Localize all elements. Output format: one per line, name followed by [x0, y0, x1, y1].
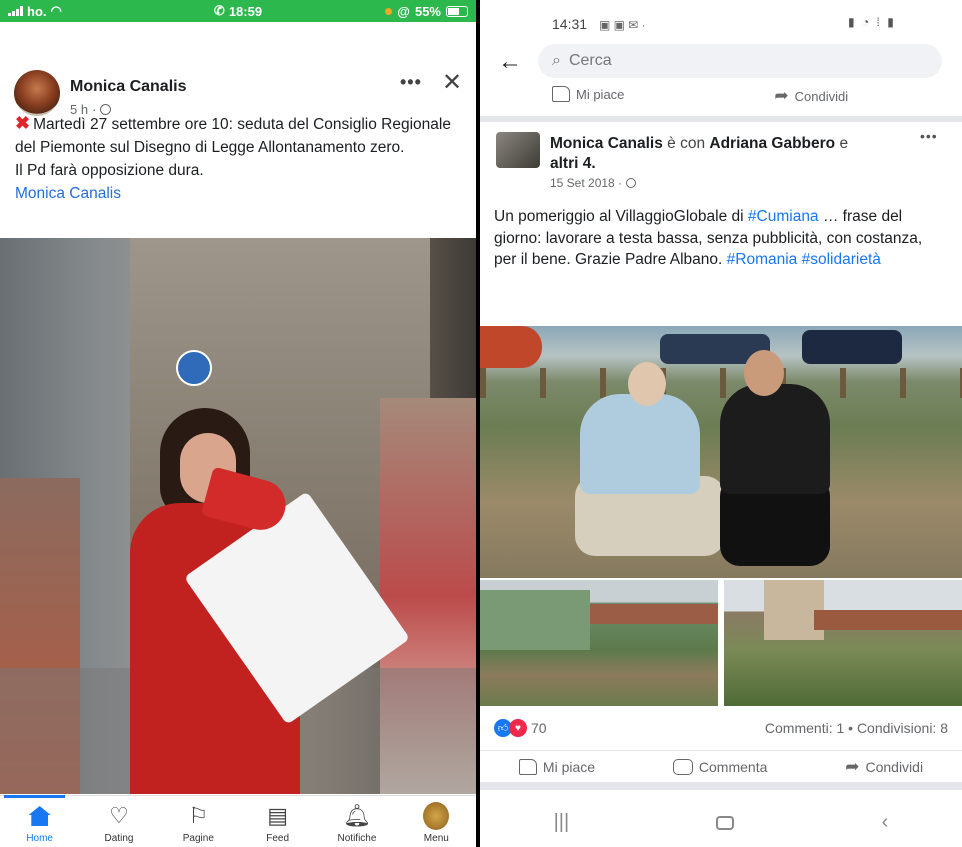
bell-icon: 🔔︎	[343, 803, 371, 828]
status-time: ✆ 18:59	[213, 3, 263, 19]
like-button[interactable]: Mi piace	[552, 86, 624, 102]
globe-icon	[626, 178, 637, 188]
previous-post-actions: Mi piace ➦ Condividi	[480, 82, 962, 122]
tab-menu[interactable]: Menu	[397, 796, 476, 847]
post-text: ✖ Martedì 27 settembre ore 10: seduta del…	[15, 113, 451, 202]
mention-link[interactable]: Monica Canalis	[15, 185, 121, 202]
ios-status-bar: ho. ◠ ✆ 18:59 @ 55%	[0, 0, 476, 22]
reaction-icons[interactable]: 👍︎ ♥ 70	[494, 719, 547, 737]
phone-icon: ✆	[213, 3, 225, 18]
comment-icon	[672, 758, 693, 775]
tab-notifiche[interactable]: 🔔︎ Notifiche	[317, 796, 396, 847]
post-header: Monica Canalis è con Adriana Gabbero e a…	[480, 122, 962, 202]
reaction-count: 70	[531, 720, 547, 736]
carrier: ho. ◠	[8, 3, 62, 19]
post-photo-3[interactable]	[724, 580, 962, 706]
right-screenshot: 14:31 ▣ ▣ ✉ · ▮ ◔ ⁞ ▮ ← ⌕ Cerca Mi piace…	[480, 0, 962, 847]
close-button[interactable]: ✕	[442, 68, 462, 97]
share-button[interactable]: ➦ Condividi	[845, 757, 923, 777]
more-options-button[interactable]: •••	[920, 128, 938, 144]
comment-button[interactable]: Commenta	[672, 758, 767, 775]
notification-icons: ▣ ▣ ✉ ·	[598, 18, 646, 32]
left-screenshot: ho. ◠ ✆ 18:59 @ 55% Monica Canalis 5 h ·…	[0, 0, 476, 847]
hashtag-link[interactable]: #Cumiana	[748, 208, 819, 225]
battery-percent: 55%	[414, 3, 441, 19]
hashtag-link[interactable]: #solidarietà	[802, 251, 881, 268]
feed-icon: ▤	[267, 803, 289, 828]
love-reaction-icon: ♥	[509, 719, 527, 737]
menu-avatar-icon	[423, 802, 450, 830]
recording-dot-icon	[385, 7, 393, 15]
android-nav-bar: ||| ‹	[480, 798, 962, 847]
search-icon: ⌕	[552, 52, 561, 69]
tab-pagine[interactable]: ⚐ Pagine	[159, 796, 238, 847]
system-icons: ▮ ◔ ⁞ ▮	[848, 15, 896, 29]
tab-dating[interactable]: ♡ Dating	[79, 796, 158, 847]
post-text: Un pomeriggio al VillaggioGlobale di #Cu…	[494, 208, 923, 268]
status-right: @ 55%	[385, 4, 468, 19]
red-x-icon: ✖	[15, 113, 31, 133]
share-icon: ➦	[845, 756, 860, 776]
reactions-bar: 👍︎ ♥ 70 Commenti: 1 • Condivisioni: 8	[480, 712, 962, 744]
recent-apps-icon[interactable]: |||	[554, 811, 570, 834]
back-icon[interactable]: ‹	[882, 811, 889, 834]
post-photo-2[interactable]	[480, 580, 718, 706]
lock-rotation-icon: @	[397, 3, 410, 19]
home-button-icon[interactable]	[716, 815, 735, 830]
avatar[interactable]	[14, 70, 60, 116]
share-icon: ➦	[774, 86, 789, 105]
tagged-person[interactable]: Adriana Gabbero	[709, 135, 835, 152]
search-row: ← ⌕ Cerca	[480, 44, 962, 82]
hashtag-link[interactable]: #Romania	[727, 251, 798, 268]
thumbs-up-icon	[518, 758, 537, 775]
comment-share-counts[interactable]: Commenti: 1 • Condivisioni: 8	[765, 720, 948, 736]
post-date[interactable]: 15 Set 2018 ·	[550, 176, 622, 190]
like-button[interactable]: Mi piace	[518, 758, 595, 775]
thumbs-up-icon	[552, 86, 570, 102]
tab-feed[interactable]: ▤ Feed	[238, 796, 317, 847]
search-input[interactable]: ⌕ Cerca	[538, 44, 942, 78]
more-options-button[interactable]: •••	[400, 72, 422, 93]
post-photo-main[interactable]	[480, 326, 962, 578]
post-meta: 15 Set 2018 ·	[550, 176, 637, 190]
android-status-bar: 14:31 ▣ ▣ ✉ · ▮ ◔ ⁞ ▮	[480, 0, 962, 44]
post-header: Monica Canalis 5 h · ••• ✕	[0, 22, 476, 126]
carrier-name: ho.	[27, 3, 47, 19]
home-icon	[27, 803, 53, 829]
avatar[interactable]	[496, 132, 540, 168]
post-author-line: Monica Canalis è con Adriana Gabbero e a…	[550, 135, 849, 172]
post-actions: Mi piace Commenta ➦ Condividi	[480, 750, 962, 790]
share-button[interactable]: ➦ Condividi	[774, 86, 848, 106]
tagged-others[interactable]: altri 4.	[550, 155, 596, 172]
heart-icon: ♡	[109, 803, 129, 828]
post-photo[interactable]	[0, 238, 476, 794]
search-placeholder: Cerca	[568, 52, 612, 69]
flag-icon: ⚐	[188, 803, 209, 828]
road-sign	[176, 350, 212, 386]
status-time: 14:31	[552, 16, 588, 32]
wifi-icon: ◠	[50, 3, 62, 18]
signal-icon	[8, 6, 23, 16]
post-author[interactable]: Monica Canalis	[70, 78, 186, 96]
back-arrow-icon[interactable]: ←	[498, 48, 522, 76]
tab-home[interactable]: Home	[0, 795, 79, 847]
bottom-tab-bar: Home ♡ Dating ⚐ Pagine ▤ Feed 🔔︎ Notific…	[0, 795, 476, 847]
post-author[interactable]: Monica Canalis	[550, 135, 663, 152]
battery-icon	[446, 5, 468, 17]
